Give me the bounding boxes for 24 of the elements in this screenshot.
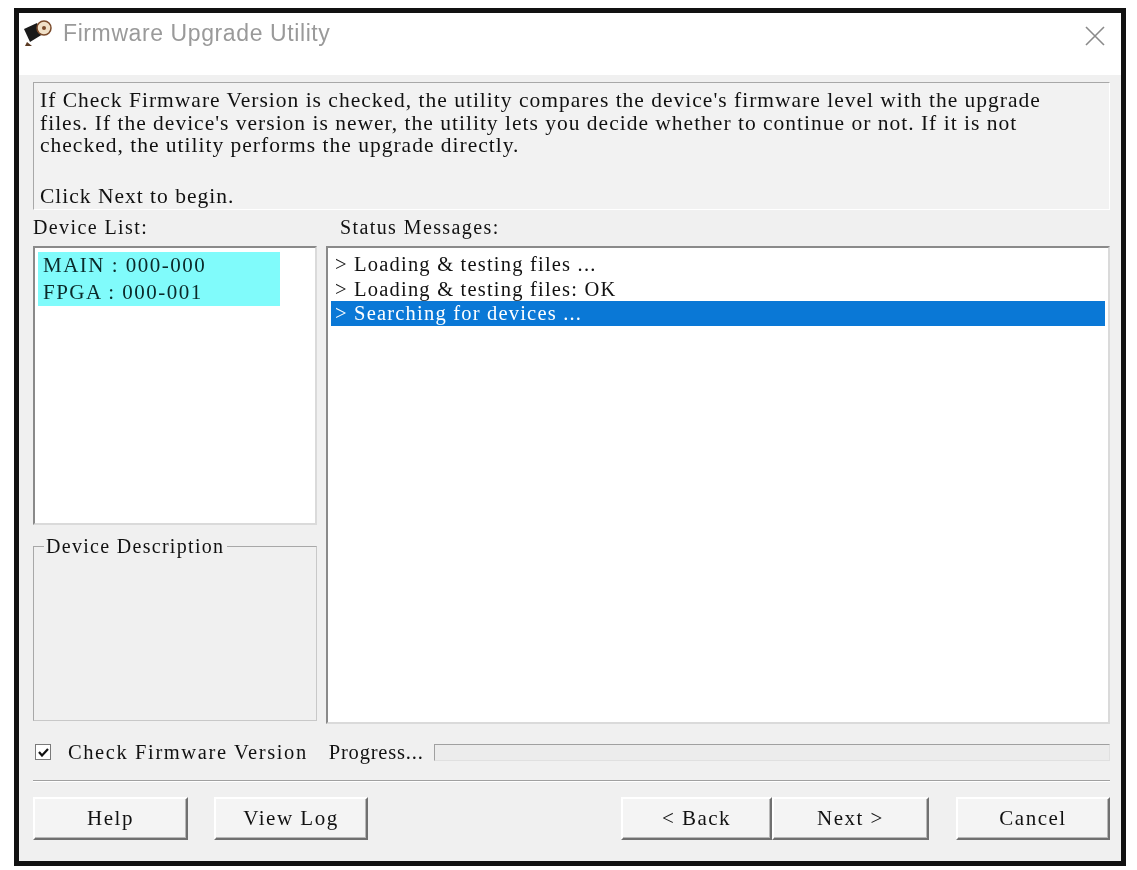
dialog-button[interactable]: Help <box>33 797 188 840</box>
checkbox-label[interactable]: Check Firmware Version <box>68 741 308 763</box>
status-message[interactable]: > Searching for devices ... <box>331 301 1105 326</box>
app-icon <box>23 20 53 46</box>
status-message[interactable]: > Loading & testing files: OK <box>331 276 1105 301</box>
tick-icon <box>37 747 49 757</box>
cancel-button[interactable]: Cancel <box>956 797 1110 840</box>
device-item[interactable]: FPGA : 000-001 <box>38 279 280 306</box>
device-list[interactable]: MAIN : 000-000 FPGA : 000-001 <box>33 246 317 525</box>
status-messages-list[interactable]: > Loading & testing files ... > Loading & testing files: OK > Searching for devices ... <box>326 246 1110 724</box>
wizard-button[interactable]: < Back <box>621 797 772 840</box>
window-title: Firmware Upgrade Utility <box>63 20 331 46</box>
device-list-label: Device List: <box>33 215 149 240</box>
close-icon[interactable] <box>1085 26 1105 46</box>
begin-prompt: Click Next to begin. <box>40 183 235 208</box>
checkbox[interactable] <box>35 744 51 760</box>
status-message[interactable]: > Loading & testing files ... <box>331 252 1105 277</box>
instructions-text: If Check Firmware Version is checked, the utility compares the device's firmware level with the upgrade files. If the device's version is newer, the utility lets you decide whether to continue or not. If it is not checked, the utility performs the upgrade directly. <box>40 89 1042 157</box>
progress-label: Progress... <box>328 741 424 763</box>
device-description-label: Device Description <box>45 535 226 557</box>
device-item[interactable]: MAIN : 000-000 <box>38 252 280 279</box>
status-messages-label: Status Messages: <box>340 215 500 240</box>
dialog-button[interactable]: View Log <box>214 797 368 840</box>
wizard-button[interactable]: Next > <box>772 797 929 840</box>
